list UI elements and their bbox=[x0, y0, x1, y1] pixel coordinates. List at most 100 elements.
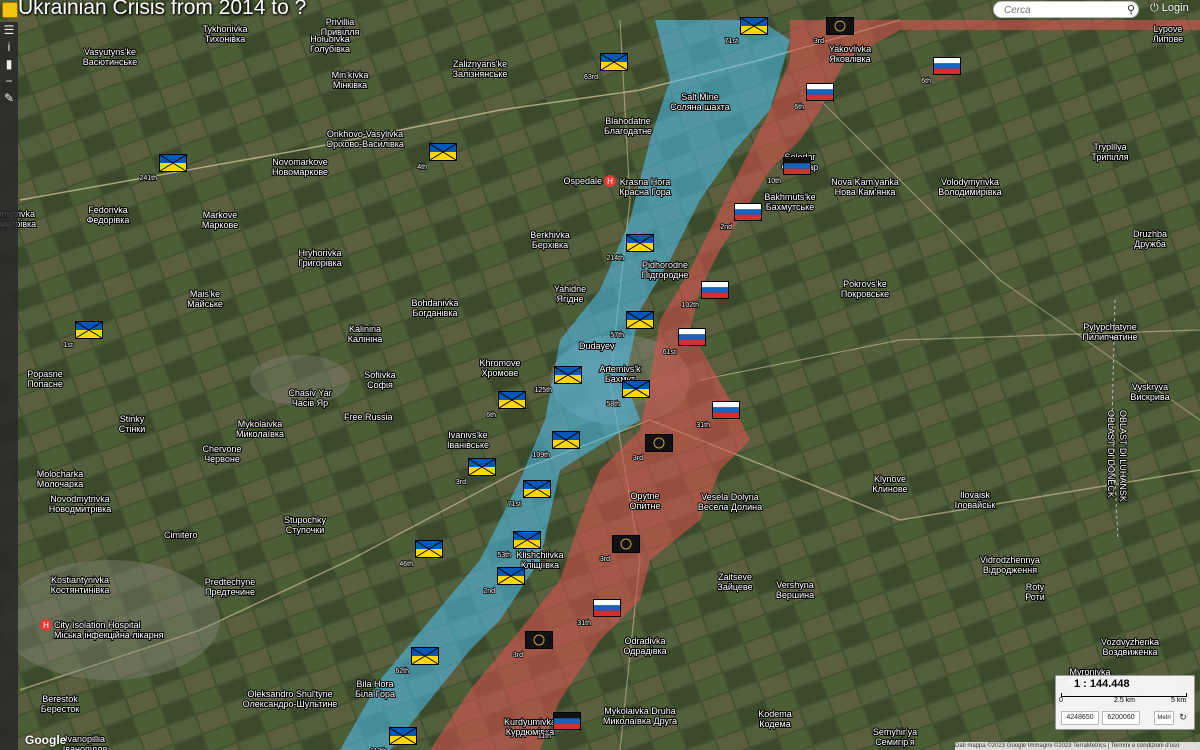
flag-stripe bbox=[554, 718, 580, 724]
flag-stripe bbox=[76, 322, 102, 330]
place-label: Druzhba bbox=[1133, 229, 1167, 239]
search-input[interactable] bbox=[1002, 3, 1124, 18]
place-label: Ilovaisk bbox=[960, 490, 991, 500]
flag-stripe bbox=[553, 432, 579, 440]
flag-stripe bbox=[416, 549, 442, 557]
place-label-local: Семигір'я bbox=[875, 737, 915, 747]
unit-label: 6th bbox=[921, 78, 931, 85]
place-label: Blahodatne bbox=[605, 116, 651, 126]
place-label: Semyhir'ya bbox=[873, 727, 917, 737]
flag-stripe bbox=[627, 312, 653, 320]
comment-icon[interactable]: ▮ bbox=[0, 56, 18, 73]
unit-label: 6th bbox=[486, 412, 496, 419]
place-label-local: Богданівка bbox=[413, 308, 458, 318]
unit-label: 125th bbox=[534, 387, 552, 394]
place-label: Kurdyumivka bbox=[504, 717, 556, 727]
place-label-local: Часів Яр bbox=[292, 398, 328, 408]
flag-stripe bbox=[807, 89, 833, 95]
units-select[interactable]: Metri bbox=[1154, 711, 1174, 725]
unit-label: 63rd bbox=[584, 74, 598, 81]
place-label: Popasne bbox=[27, 369, 63, 379]
place-label-local: Молочарка bbox=[37, 479, 83, 489]
place-label: Nova Kam'yanka bbox=[831, 177, 899, 187]
place-label: Yahidne bbox=[554, 284, 586, 294]
flag-stripe bbox=[934, 68, 960, 74]
place-label-local: Іванопілля bbox=[63, 744, 108, 750]
flag-stripe bbox=[735, 209, 761, 215]
flag-stripe bbox=[76, 330, 102, 338]
place-label-local: Одрадівка bbox=[623, 646, 666, 656]
poi-label: Dudayev bbox=[579, 341, 615, 351]
place-label-local: Опитне bbox=[630, 501, 661, 511]
flag-stripe bbox=[713, 412, 739, 418]
unit-label: 102th bbox=[681, 302, 699, 309]
refresh-icon[interactable]: ↻ bbox=[1176, 711, 1190, 723]
wagner-flag bbox=[613, 536, 639, 552]
flag-stripe bbox=[412, 656, 438, 664]
hospital-icon-glyph: H bbox=[43, 621, 49, 630]
flag-stripe bbox=[498, 568, 524, 576]
place-label: Artemivs'k bbox=[599, 364, 641, 374]
place-label: Kodema bbox=[758, 709, 792, 719]
measure-icon[interactable]: − bbox=[0, 73, 18, 90]
flag-stripe bbox=[390, 728, 416, 736]
flag-stripe bbox=[430, 152, 456, 160]
flag-stripe bbox=[934, 58, 960, 64]
pencil-icon[interactable]: ✎ bbox=[0, 90, 18, 107]
login-button[interactable]: ⏻ Login bbox=[1150, 2, 1189, 15]
place-label: Berestok bbox=[42, 694, 78, 704]
place-label: Vershyna bbox=[776, 580, 814, 590]
unit-label: 3rd bbox=[814, 38, 824, 45]
place-label: Tykhonivka bbox=[202, 24, 247, 34]
place-label-local: Мінківка bbox=[333, 80, 367, 90]
unit-label: 3rd bbox=[513, 652, 523, 659]
flag-stripe bbox=[679, 329, 705, 335]
flag-stripe bbox=[469, 459, 495, 467]
poi-label: Ospedale bbox=[563, 176, 602, 186]
search-box[interactable]: ⚲ bbox=[993, 1, 1139, 18]
hospital-icon-glyph: H bbox=[607, 177, 613, 186]
flag-stripe bbox=[469, 467, 495, 475]
place-label-local: Попасне bbox=[27, 379, 63, 389]
place-label-local: Костянтинівка bbox=[51, 585, 110, 595]
unit-label: 4th bbox=[417, 164, 427, 171]
search-icon[interactable]: ⚲ bbox=[1127, 3, 1135, 16]
place-label-local: Берхівка bbox=[532, 240, 568, 250]
place-label: Roty bbox=[1026, 582, 1045, 592]
place-label-local: Роти bbox=[1025, 592, 1045, 602]
flag-stripe bbox=[601, 62, 627, 70]
flag-stripe bbox=[807, 84, 833, 90]
unit-label: 46th bbox=[399, 561, 413, 568]
flag-stripe bbox=[412, 648, 438, 656]
flag-stripe bbox=[514, 532, 540, 540]
place-label: Opytne bbox=[630, 491, 659, 501]
place-label: Novodmytrivka bbox=[50, 494, 110, 504]
flag-stripe bbox=[553, 440, 579, 448]
place-label-local: Зайцеве bbox=[717, 582, 752, 592]
place-label: Ivanopillia bbox=[65, 734, 105, 744]
place-label: Bohdanivka bbox=[411, 298, 458, 308]
place-label-local: Миколаївка bbox=[236, 429, 284, 439]
unit-label: 57th bbox=[610, 332, 624, 339]
map-attribution[interactable]: Dati mappa ©2023 Google Immagini ©2023 T… bbox=[955, 742, 1200, 750]
place-label: Tryplllya bbox=[1093, 142, 1126, 152]
place-label-local: Майське bbox=[187, 299, 223, 309]
place-label-local: Григорівка bbox=[298, 258, 341, 268]
place-label: Zaliznyans'ke bbox=[453, 59, 507, 69]
wagner-flag bbox=[526, 632, 552, 648]
layers-icon[interactable]: ☰ bbox=[0, 22, 18, 39]
unit-label: 31th bbox=[577, 620, 591, 627]
place-label: Ivanivs'ke bbox=[448, 430, 487, 440]
satellite-map[interactable]: TykhonivkaТихонівка HolubivkaГолубівкаPri… bbox=[0, 0, 1200, 750]
place-label-local: Кодема bbox=[759, 719, 791, 729]
scale-tick-0: 0 bbox=[1059, 697, 1063, 704]
google-logo: Google bbox=[25, 733, 67, 747]
info-icon[interactable]: i bbox=[0, 39, 18, 56]
oblast-label-donetsk: OBLAST DI DONECK bbox=[1106, 410, 1116, 498]
unit-label: 61st bbox=[663, 349, 676, 356]
place-label-local: Трипілля bbox=[1091, 152, 1128, 162]
scale-tick-mid: 2.5 km bbox=[1114, 697, 1136, 704]
place-label-local: Бахмутське bbox=[766, 202, 814, 212]
wagner-flag bbox=[646, 435, 672, 451]
place-label-local: Софія bbox=[367, 380, 393, 390]
